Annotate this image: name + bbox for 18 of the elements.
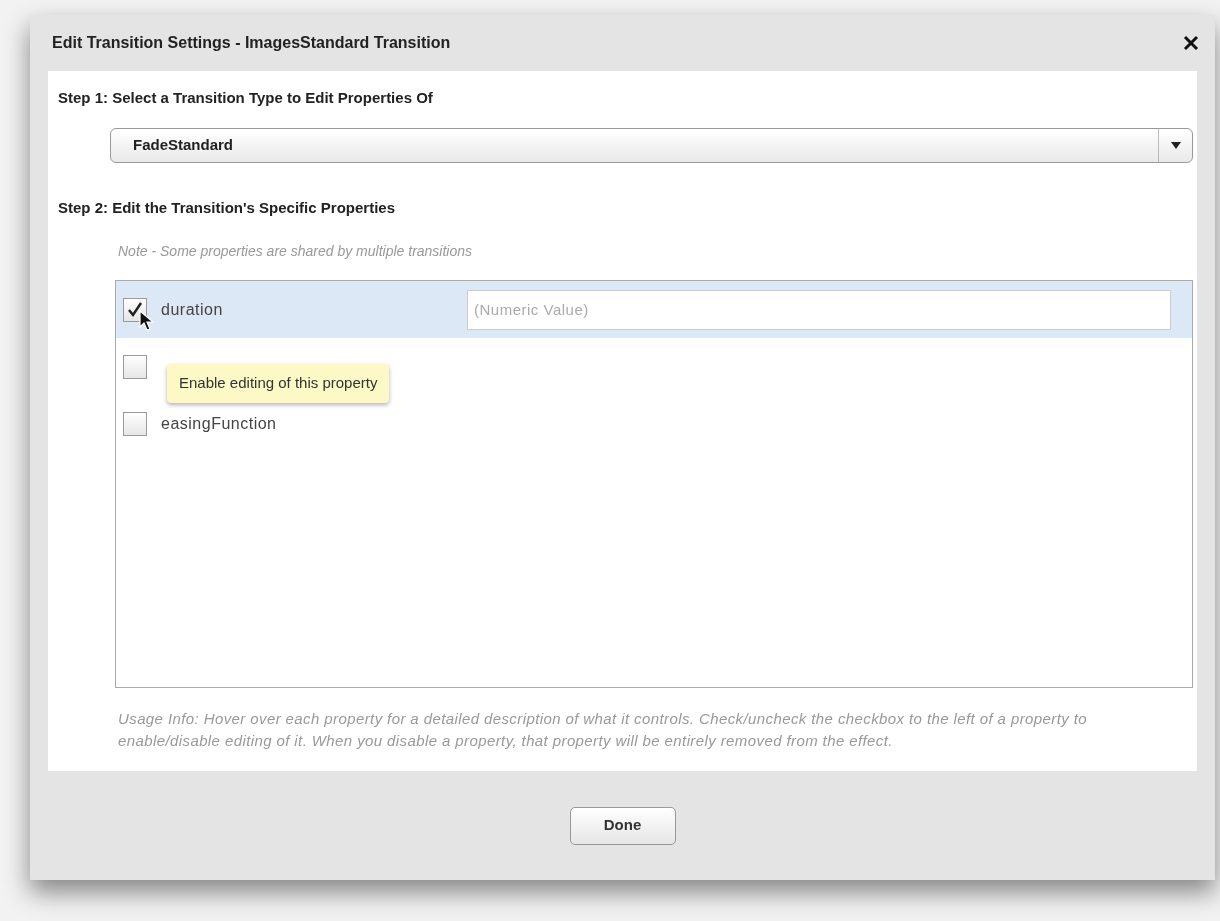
value-input-field[interactable]: (Numeric Value) (467, 289, 1171, 330)
property-name: easingFunction (161, 413, 278, 434)
checkbox[interactable] (123, 411, 147, 436)
done-button[interactable]: Done (569, 806, 676, 845)
property-name: duration (161, 299, 224, 320)
close-icon[interactable] (1181, 33, 1201, 53)
caret-icon (1170, 141, 1181, 149)
step-heading: Step 1: Select a Transition Type to Edit Properties Of (57, 88, 434, 108)
step-heading: Step 2: Edit the Transition's Specific Properties (57, 197, 396, 218)
checkbox[interactable] (123, 354, 147, 379)
tooltip: Enable editing of this property (167, 364, 390, 403)
usage-info: Usage Info: Hover over each property for a detailed description of what it controls. Check/uncheck the checkbox to the left of a property to enable/disable editing of it. When you disable a property, that property will be entirely removed from the effect. (117, 709, 1088, 751)
property-row[interactable]: duration (Numeric Value) (116, 281, 1192, 338)
transition-type-dropdown[interactable]: FadeStandard (110, 127, 1193, 163)
note-text: Note - Some properties are shared by multiple transitions (117, 242, 474, 261)
checkmark-icon (126, 300, 144, 319)
dialog-title: Edit Transition Settings - ImagesStandard Transition (52, 33, 451, 53)
mouse-pointer-icon (139, 310, 155, 332)
